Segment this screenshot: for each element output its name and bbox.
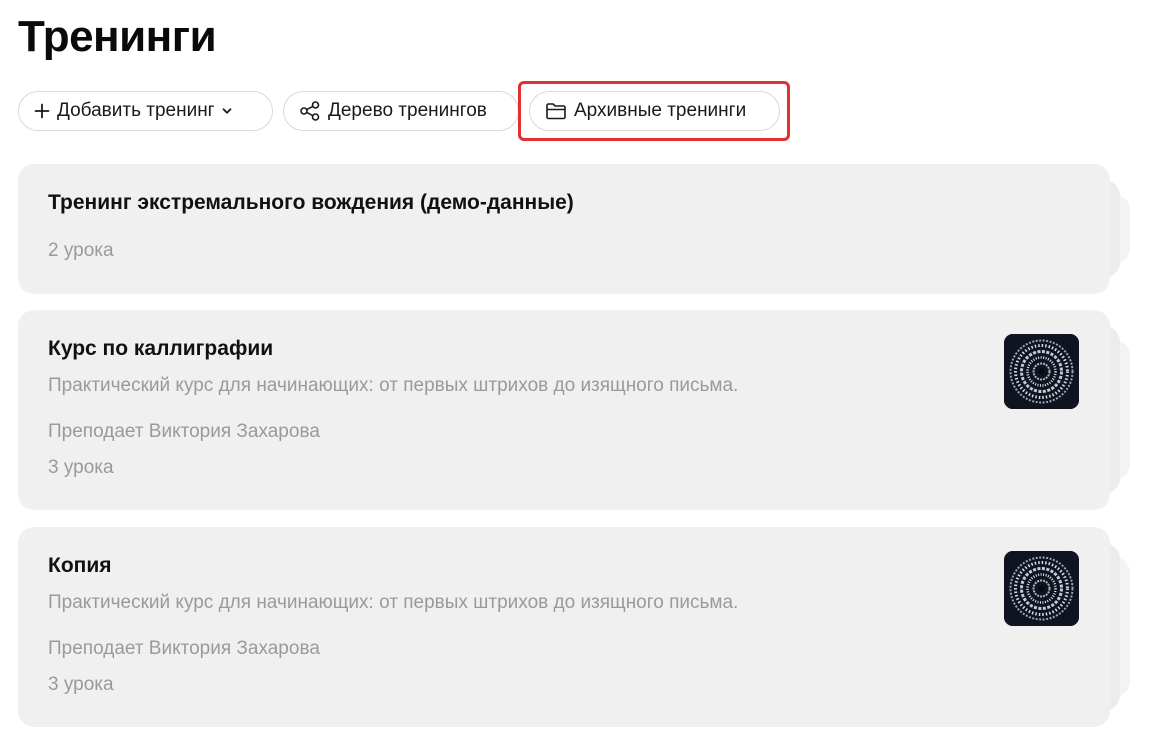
share-nodes-icon bbox=[299, 100, 321, 122]
training-lessons-count: 2 урока bbox=[48, 240, 114, 261]
training-card: Курс по каллиграфии Практический курс дл… bbox=[18, 310, 1130, 510]
training-thumbnail bbox=[1004, 551, 1079, 626]
training-card: Тренинг экстремального вождения (демо-да… bbox=[18, 164, 1130, 294]
training-card-extreme-driving[interactable]: Тренинг экстремального вождения (демо-да… bbox=[18, 164, 1110, 294]
training-teacher: Преподает Виктория Захарова bbox=[48, 638, 320, 659]
folder-icon bbox=[545, 101, 567, 121]
training-title: Тренинг экстремального вождения (демо-да… bbox=[48, 191, 574, 214]
training-card-calligraphy[interactable]: Курс по каллиграфии Практический курс дл… bbox=[18, 310, 1110, 510]
plus-icon bbox=[34, 103, 50, 119]
toolbar: Добавить тренинг Дерево тренингов Архивн… bbox=[18, 81, 1118, 141]
add-training-label: Добавить тренинг bbox=[57, 100, 215, 121]
training-card: Копия Практический курс для начинающих: … bbox=[18, 527, 1130, 727]
training-title: Копия bbox=[48, 554, 112, 577]
training-tree-label: Дерево тренингов bbox=[328, 100, 487, 121]
add-training-button[interactable]: Добавить тренинг bbox=[18, 91, 273, 131]
training-lessons-count: 3 урока bbox=[48, 457, 114, 478]
training-teacher: Преподает Виктория Захарова bbox=[48, 421, 320, 442]
training-description: Практический курс для начинающих: от пер… bbox=[48, 375, 739, 396]
training-description: Практический курс для начинающих: от пер… bbox=[48, 592, 739, 613]
training-tree-button[interactable]: Дерево тренингов bbox=[283, 91, 519, 131]
archived-trainings-label: Архивные тренинги bbox=[574, 100, 747, 121]
training-lessons-count: 3 урока bbox=[48, 674, 114, 695]
training-title: Курс по каллиграфии bbox=[48, 337, 274, 360]
chevron-down-icon bbox=[221, 105, 233, 117]
training-card-copy[interactable]: Копия Практический курс для начинающих: … bbox=[18, 527, 1110, 727]
training-thumbnail bbox=[1004, 334, 1079, 409]
page-title: Тренинги bbox=[18, 12, 217, 61]
archived-trainings-button[interactable]: Архивные тренинги bbox=[529, 91, 780, 131]
